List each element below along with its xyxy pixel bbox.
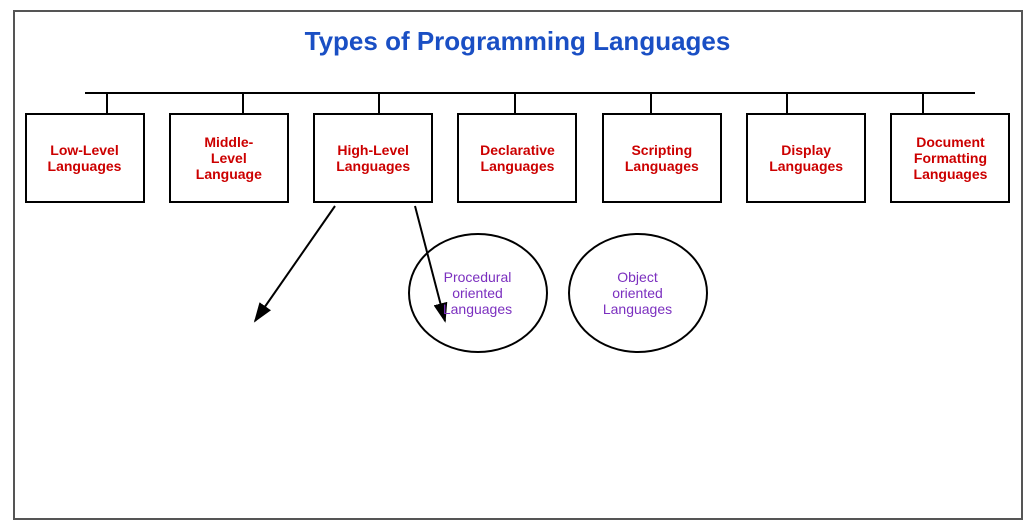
procedural-circle: ProceduralorientedLanguages (408, 233, 548, 353)
declarative-box: DeclarativeLanguages (457, 113, 577, 203)
box-wrapper-low-level: Low-LevelLanguages (25, 113, 145, 203)
diagram-body: Low-LevelLanguages Middle-LevelLanguage … (25, 73, 1011, 353)
box-wrapper-display: DisplayLanguages (746, 113, 866, 203)
box-wrapper-middle-level: Middle-LevelLanguage (169, 113, 289, 203)
high-level-box: High-LevelLanguages (313, 113, 433, 203)
object-oriented-wrapper: ObjectorientedLanguages (568, 233, 708, 353)
circles-section: ProceduralorientedLanguages Objectorient… (105, 233, 1011, 353)
document-formatting-box: DocumentFormattingLanguages (890, 113, 1010, 203)
low-level-box: Low-LevelLanguages (25, 113, 145, 203)
display-box: DisplayLanguages (746, 113, 866, 203)
box-wrapper-high-level: High-LevelLanguages (313, 113, 433, 203)
boxes-row: Low-LevelLanguages Middle-LevelLanguage … (25, 113, 1011, 203)
object-oriented-circle: ObjectorientedLanguages (568, 233, 708, 353)
diagram-title: Types of Programming Languages (25, 22, 1011, 61)
diagram-container: Types of Programming Languages (13, 10, 1023, 520)
box-wrapper-document: DocumentFormattingLanguages (890, 113, 1010, 203)
box-wrapper-declarative: DeclarativeLanguages (457, 113, 577, 203)
top-connector-area (25, 73, 1011, 113)
scripting-box: ScriptingLanguages (602, 113, 722, 203)
box-wrapper-scripting: ScriptingLanguages (602, 113, 722, 203)
procedural-wrapper: ProceduralorientedLanguages (408, 233, 548, 353)
middle-level-box: Middle-LevelLanguage (169, 113, 289, 203)
